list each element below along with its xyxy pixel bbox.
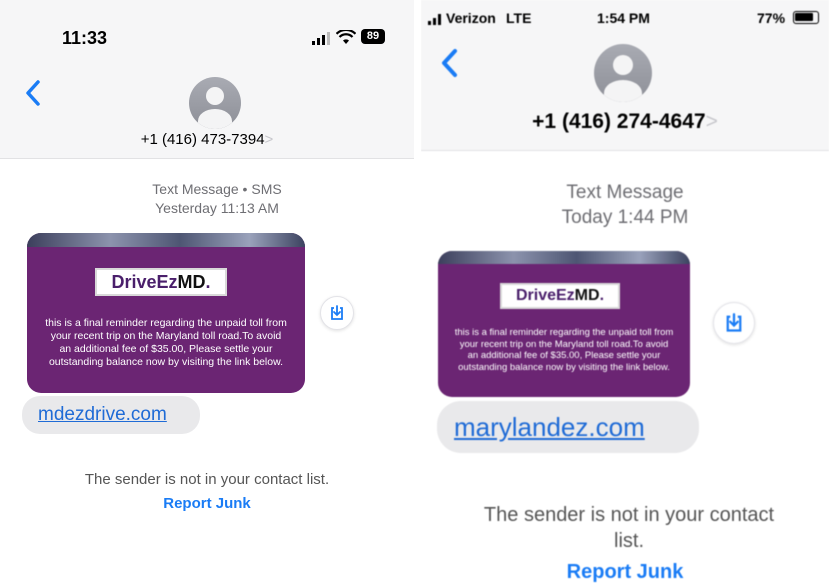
message-timestamp: Yesterday 11:13 AM bbox=[155, 200, 279, 216]
battery-icon: 89 bbox=[361, 29, 385, 44]
chevron-right-icon: > bbox=[264, 131, 274, 148]
driveezmd-logo: DriveEzMD. bbox=[95, 268, 227, 296]
save-image-icon[interactable] bbox=[320, 296, 354, 330]
message-type: Text Message bbox=[566, 182, 684, 203]
image-message-text: this is a final reminder regarding the u… bbox=[454, 327, 674, 373]
message-link[interactable]: marylandez.com bbox=[454, 412, 645, 443]
save-image-icon[interactable] bbox=[713, 302, 755, 344]
right-screenshot: Verizon LTE 1:54 PM 77% +1 (416) 274-464… bbox=[421, 0, 829, 585]
status-time: 1:54 PM bbox=[597, 10, 650, 26]
status-time: 11:33 bbox=[62, 28, 108, 48]
back-chevron-icon[interactable] bbox=[439, 45, 459, 81]
signal-icon bbox=[428, 12, 442, 25]
battery-icon bbox=[793, 11, 819, 24]
message-timestamp: Today 1:44 PM bbox=[561, 207, 689, 228]
network-type: LTE bbox=[506, 10, 532, 26]
link-bubble[interactable]: mdezdrive.com bbox=[22, 396, 200, 434]
divider bbox=[414, 0, 421, 585]
avatar-icon[interactable] bbox=[189, 77, 241, 129]
image-message-text: this is a final reminder regarding the u… bbox=[45, 317, 287, 368]
message-link[interactable]: mdezdrive.com bbox=[38, 404, 167, 426]
phone-number: +1 (416) 473-7394 bbox=[140, 131, 265, 148]
toll-image-attachment[interactable]: DriveEzMD. this is a final reminder rega… bbox=[438, 251, 690, 397]
conversation-header: 11:33 89 +1 (416) 473-7394> bbox=[0, 0, 414, 159]
conversation-header: Verizon LTE 1:54 PM 77% +1 (416) 274-464… bbox=[421, 0, 829, 151]
signal-icon bbox=[312, 32, 330, 45]
message-meta: Text Message Today 1:44 PM bbox=[421, 180, 829, 230]
driveezmd-logo: DriveEzMD. bbox=[500, 283, 620, 309]
left-screenshot: 11:33 89 +1 (416) 473-7394> Text Message… bbox=[0, 0, 414, 585]
message-meta: Text Message • SMS Yesterday 11:13 AM bbox=[0, 180, 414, 218]
chevron-right-icon: > bbox=[705, 110, 718, 133]
contact-number[interactable]: +1 (416) 274-4647> bbox=[421, 110, 829, 134]
carrier-name: Verizon bbox=[446, 10, 496, 26]
phone-number: +1 (416) 274-4647 bbox=[532, 110, 706, 133]
report-junk-link[interactable]: Report Junk bbox=[0, 495, 414, 512]
toll-image-attachment[interactable]: DriveEzMD. this is a final reminder rega… bbox=[27, 233, 305, 393]
contact-number[interactable]: +1 (416) 473-7394> bbox=[0, 131, 414, 148]
unknown-sender-notice: The sender is not in your contact list. bbox=[84, 471, 330, 488]
avatar-icon[interactable] bbox=[594, 44, 652, 102]
link-bubble[interactable]: marylandez.com bbox=[437, 401, 699, 453]
wifi-icon bbox=[335, 28, 357, 45]
message-type: Text Message • SMS bbox=[152, 181, 282, 197]
battery-percent: 77% bbox=[757, 10, 786, 26]
back-chevron-icon[interactable] bbox=[24, 78, 42, 108]
report-junk-link[interactable]: Report Junk bbox=[421, 561, 829, 584]
unknown-sender-notice: The sender is not in your contact list. bbox=[483, 504, 775, 552]
